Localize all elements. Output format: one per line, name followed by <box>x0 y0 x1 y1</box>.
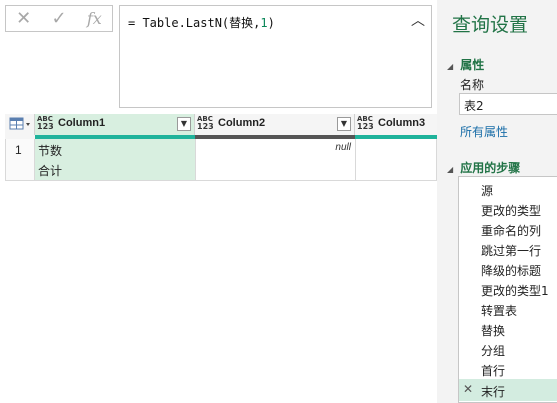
step-item[interactable]: 首行 <box>459 359 557 379</box>
any-type-icon[interactable]: ABC 123 <box>37 115 54 131</box>
applied-steps-list: 源 更改的类型 重命名的列 跳过第一行 降级的标题 更改的类型1 转置表 替换 … <box>458 176 557 403</box>
delete-step-icon[interactable]: ✕ <box>463 382 473 396</box>
formula-bar-buttons: ✕ ✓ fx <box>5 5 113 32</box>
step-label: 转置表 <box>481 304 518 318</box>
query-editor: ✕ ✓ fx = Table.LastN(替换,1) ︿ ABC 123 Colu… <box>0 0 437 403</box>
formula-input[interactable]: = Table.LastN(替换,1) ︿ <box>119 5 432 108</box>
section-heading: 属性 <box>460 58 485 72</box>
step-label: 源 <box>481 184 494 198</box>
column-header-column2[interactable]: ABC 123 Column2 ▼ <box>195 114 355 135</box>
column-name: Column3 <box>378 117 426 129</box>
step-item[interactable]: 更改的类型1 <box>459 279 557 299</box>
step-item[interactable]: 跳过第一行 <box>459 239 557 259</box>
step-item[interactable]: 重命名的列 <box>459 219 557 239</box>
step-item[interactable]: 降级的标题 <box>459 259 557 279</box>
applied-steps-section-toggle[interactable]: ◢ 应用的步骤 <box>447 157 520 176</box>
step-label: 跳过第一行 <box>481 244 542 258</box>
table-row: 1 节数 合计 null <box>5 139 437 181</box>
section-heading: 应用的步骤 <box>460 161 521 175</box>
all-properties-link[interactable]: 所有属性 <box>460 123 508 140</box>
row-number: 1 <box>15 143 22 157</box>
step-item[interactable]: 转置表 <box>459 299 557 319</box>
filter-dropdown-icon[interactable]: ▼ <box>177 117 191 131</box>
step-item[interactable]: 分组 <box>459 339 557 359</box>
step-item[interactable]: 更改的类型 <box>459 199 557 219</box>
chevron-up-icon[interactable]: ︿ <box>411 10 425 30</box>
column-header-column3[interactable]: ABC 123 Column3 <box>355 114 437 135</box>
formula-prefix: = Table.LastN(替换, <box>128 16 261 30</box>
formula-arg: 1 <box>260 16 268 30</box>
step-label: 降级的标题 <box>481 264 542 278</box>
data-grid: ABC 123 Column1 ▼ ABC 123 Column2 ▼ ABC 123… <box>5 114 437 182</box>
close-icon[interactable]: ✕ <box>6 6 41 31</box>
cell-text: 合计 <box>38 164 63 178</box>
fx-icon[interactable]: fx <box>77 6 112 31</box>
step-label: 更改的类型 <box>481 204 542 218</box>
formula-text[interactable]: = Table.LastN(替换,1) <box>128 14 275 31</box>
properties-section-toggle[interactable]: ◢ 属性 <box>447 54 484 73</box>
column-header-column1[interactable]: ABC 123 Column1 ▼ <box>35 114 195 135</box>
step-label: 分组 <box>481 344 506 358</box>
step-item-selected[interactable]: ✕ 末行 <box>459 379 557 401</box>
step-label: 重命名的列 <box>481 224 542 238</box>
any-type-icon[interactable]: ABC 123 <box>357 115 374 131</box>
step-item[interactable]: 替换 <box>459 319 557 339</box>
name-input[interactable]: 表2 <box>459 93 557 115</box>
name-label: 名称 <box>460 78 485 92</box>
step-label: 更改的类型1 <box>481 284 549 298</box>
step-label: 首行 <box>481 364 506 378</box>
cell-column2[interactable]: null <box>195 139 355 181</box>
cell-column3[interactable] <box>355 139 437 181</box>
check-icon[interactable]: ✓ <box>41 6 76 31</box>
name-value: 表2 <box>464 99 484 113</box>
step-item[interactable]: 源 <box>459 179 557 199</box>
query-settings-pane: 查询设置 ◢ 属性 名称 表2 所有属性 ◢ 应用的步骤 源 更改的类型 重命名… <box>437 0 557 403</box>
triangle-down-icon: ◢ <box>447 165 454 174</box>
table-icon <box>9 117 30 130</box>
row-number-cell[interactable]: 1 <box>5 139 35 181</box>
table-menu-button[interactable] <box>5 114 35 135</box>
column-name: Column1 <box>58 117 106 129</box>
step-label: 末行 <box>481 385 506 399</box>
step-label: 替换 <box>481 324 506 338</box>
cell-text: 节数 <box>38 144 63 158</box>
triangle-down-icon: ◢ <box>447 62 454 71</box>
column-name: Column2 <box>218 117 266 129</box>
filter-dropdown-icon[interactable]: ▼ <box>337 117 351 131</box>
null-value: null <box>335 142 351 153</box>
any-type-icon[interactable]: ABC 123 <box>197 115 214 131</box>
formula-suffix: ) <box>267 16 275 30</box>
cell-column1[interactable]: 节数 合计 <box>35 139 195 181</box>
pane-title: 查询设置 <box>452 14 529 36</box>
